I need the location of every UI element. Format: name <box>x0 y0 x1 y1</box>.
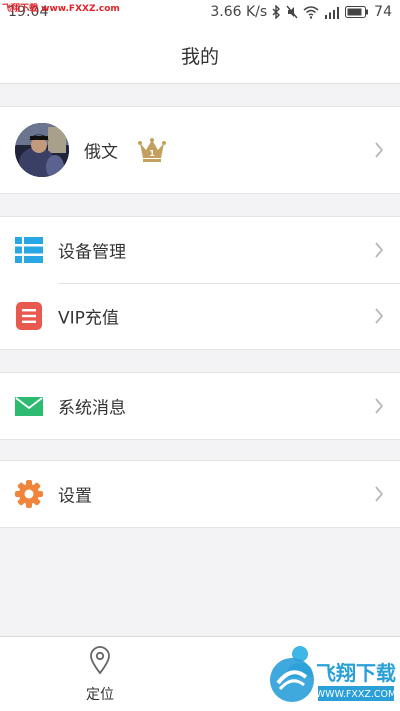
settings-row[interactable]: 设置 <box>0 461 400 527</box>
account-section: 设备管理 VIP充值 <box>0 216 400 350</box>
chevron-right-icon <box>374 486 384 502</box>
envelope-icon <box>14 391 44 421</box>
device-list-icon <box>14 235 44 265</box>
svg-text:飞翔下载: 飞翔下载 <box>316 661 396 685</box>
navigation-bar: 我的 <box>0 28 400 84</box>
wifi-icon <box>303 5 319 19</box>
watermark-logo: 飞翔下载 WWW.FXXZ.COM <box>268 653 396 707</box>
settings-label: 设置 <box>58 486 92 507</box>
watermark-top: 飞翔下载 www.FXXZ.com <box>2 4 120 14</box>
network-speed: 3.66 K/s <box>210 4 268 20</box>
chevron-right-icon <box>374 142 384 158</box>
profile-name: 俄文 <box>84 142 118 163</box>
system-messages-row[interactable]: 系统消息 <box>0 373 400 439</box>
tab-location-label: 定位 <box>86 687 114 703</box>
status-bar: 19:04 飞翔下载 www.FXXZ.com 3.66 K/s 74 <box>0 0 400 28</box>
page-title: 我的 <box>180 46 219 68</box>
gear-icon <box>14 479 44 509</box>
signal-icon <box>324 6 340 19</box>
battery-icon <box>345 6 369 18</box>
status-icons: 3.66 K/s 74 <box>210 4 392 20</box>
svg-text:1: 1 <box>149 149 155 158</box>
svg-text:WWW.FXXZ.COM: WWW.FXXZ.COM <box>316 689 396 700</box>
tab-location[interactable]: 定位 <box>0 637 200 711</box>
chevron-right-icon <box>374 398 384 414</box>
mute-icon <box>286 5 298 19</box>
system-messages-label: 系统消息 <box>58 398 126 419</box>
battery-level: 74 <box>374 4 392 20</box>
vip-recharge-row[interactable]: VIP充值 <box>0 283 400 349</box>
avatar <box>15 123 69 177</box>
bluetooth-icon <box>272 5 281 19</box>
profile-section: 俄文 1 <box>0 106 400 194</box>
vip-card-icon <box>14 301 44 331</box>
device-management-row[interactable]: 设备管理 <box>0 217 400 283</box>
chevron-right-icon <box>374 308 384 324</box>
chevron-right-icon <box>374 242 384 258</box>
profile-row[interactable]: 俄文 1 <box>0 107 400 193</box>
location-pin-icon <box>89 645 111 679</box>
vip-recharge-label: VIP充值 <box>58 308 119 329</box>
vip-crown-icon: 1 <box>137 137 167 163</box>
device-management-label: 设备管理 <box>58 242 126 263</box>
settings-section: 设置 <box>0 460 400 528</box>
messages-section: 系统消息 <box>0 372 400 440</box>
